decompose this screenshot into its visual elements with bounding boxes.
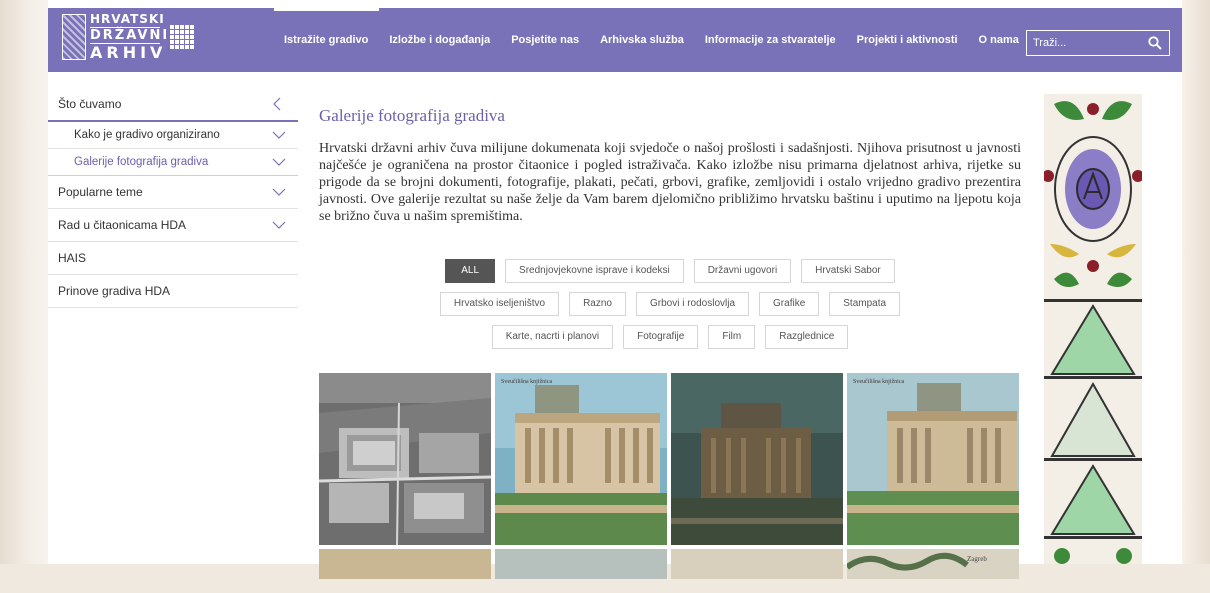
page: HRVATSKI DRŽAVNI ARHIV Istražite gradivo… [48, 0, 1182, 579]
sidebar-item-label: HAIS [58, 251, 87, 265]
main-nav: Istražite gradivo Izložbe i događanja Po… [274, 8, 1030, 72]
chevron-left-icon[interactable] [272, 88, 286, 120]
gallery-thumb-night-postcard[interactable] [671, 373, 843, 545]
gallery-thumb-row2-1[interactable] [319, 549, 491, 579]
sidebar: Što čuvamo Kako je gradivo organizirano … [48, 88, 298, 308]
filter-karte-nacrti[interactable]: Karte, nacrti i planovi [491, 325, 614, 349]
logo[interactable]: HRVATSKI DRŽAVNI ARHIV [62, 12, 202, 68]
caption-text: Zagreb [967, 555, 987, 563]
chevron-down-icon[interactable] [272, 122, 286, 148]
caption-text: Sveučilišna knjižnica [501, 379, 552, 385]
filter-fotografije[interactable]: Fotografije [623, 325, 699, 349]
filter-razno[interactable]: Razno [569, 292, 626, 316]
nav-item-posjetite[interactable]: Posjetite nas [501, 8, 590, 72]
gallery-thumb-library-postcard-2[interactable]: Sveučilišna knjižnica [847, 373, 1019, 545]
chevron-down-icon[interactable] [272, 209, 286, 241]
search-icon[interactable] [1148, 36, 1162, 50]
gallery-filters: ALL Srednjovjekovne isprave i kodeksi Dr… [319, 259, 1021, 358]
grid-pattern-icon [170, 25, 194, 49]
nav-item-o-nama[interactable]: O nama [969, 8, 1030, 72]
site-header: HRVATSKI DRŽAVNI ARHIV Istražite gradivo… [48, 8, 1182, 72]
filter-razglednice[interactable]: Razglednice [765, 325, 849, 349]
nav-item-arhivska[interactable]: Arhivska služba [590, 8, 695, 72]
sidebar-item-prinove[interactable]: Prinove gradiva HDA [48, 275, 298, 308]
filter-film[interactable]: Film [708, 325, 756, 349]
filter-all[interactable]: ALL [445, 259, 496, 283]
sidebar-item-label: Prinove gradiva HDA [58, 284, 171, 298]
sidebar-item-label: Rad u čitaonicama HDA [58, 218, 187, 232]
filter-stampata[interactable]: Stampata [829, 292, 901, 316]
chevron-down-icon[interactable] [272, 149, 286, 175]
filter-grafike[interactable]: Grafike [759, 292, 820, 316]
sidebar-item-label: Galerije fotografija gradiva [74, 156, 209, 168]
logo-line-2: DRŽAVNI [90, 27, 170, 44]
logo-line-3: ARHIV [90, 43, 167, 62]
filter-srednjovjekovne-isprave[interactable]: Srednjovjekovne isprave i kodeksi [505, 259, 684, 283]
background-left [0, 0, 48, 564]
sidebar-item-kako-je-gradivo[interactable]: Kako je gradivo organizirano [48, 122, 298, 149]
filter-drzavni-ugovori[interactable]: Državni ugovori [693, 259, 792, 283]
sidebar-item-sto-cuvamo[interactable]: Što čuvamo [48, 88, 298, 122]
gallery-thumb-row2-3[interactable] [671, 549, 843, 579]
gallery-grid: Sveučilišna knjižnica Sveučilišna knjižn… [319, 373, 1021, 593]
filter-row: Karte, nacrti i planovi Fotografije Film… [319, 325, 1021, 349]
filter-hrvatski-sabor[interactable]: Hrvatski Sabor [801, 259, 895, 283]
background-right [1182, 0, 1210, 564]
nav-item-izlozbe[interactable]: Izložbe i događanja [379, 8, 501, 72]
gallery-thumb-row2-4[interactable]: Zagreb [847, 549, 1019, 579]
sidebar-item-galerije[interactable]: Galerije fotografija gradiva [48, 149, 298, 176]
sidebar-item-popularne-teme[interactable]: Popularne teme [48, 176, 298, 209]
sidebar-item-label: Što čuvamo [58, 97, 122, 111]
logo-text: HRVATSKI DRŽAVNI ARHIV [90, 12, 170, 62]
filter-hrvatsko-iseljenistvo[interactable]: Hrvatsko iseljeništvo [439, 292, 560, 316]
nav-item-informacije[interactable]: Informacije za stvaratelje [695, 8, 847, 72]
filter-row: Hrvatsko iseljeništvo Razno Grbovi i rod… [319, 292, 1021, 316]
gallery-thumb-aerial-photo[interactable] [319, 373, 491, 545]
search-box [1026, 30, 1170, 56]
page-title: Galerije fotografija gradiva [319, 106, 505, 125]
gallery-thumb-library-postcard[interactable]: Sveučilišna knjižnica [495, 373, 667, 545]
sidebar-item-label: Popularne teme [58, 185, 143, 199]
main-content: Galerije fotografija gradiva Hrvatski dr… [319, 88, 1021, 579]
sidebar-item-rad-u-citaonicama[interactable]: Rad u čitaonicama HDA [48, 209, 298, 242]
crest-icon [62, 14, 86, 60]
nav-item-projekti[interactable]: Projekti i aktivnosti [847, 8, 969, 72]
sidebar-item-label: Kako je gradivo organizirano [74, 129, 220, 141]
stained-glass-decoration [1044, 94, 1142, 564]
logo-line-1: HRVATSKI [90, 12, 165, 26]
nav-item-istrazite[interactable]: Istražite gradivo [274, 8, 380, 72]
sidebar-item-hais[interactable]: HAIS [48, 242, 298, 275]
intro-text: Hrvatski državni arhiv čuva milijune dok… [319, 141, 1021, 224]
filter-row: ALL Srednjovjekovne isprave i kodeksi Dr… [319, 259, 1021, 283]
gallery-thumb-row2-2[interactable] [495, 549, 667, 579]
search-input[interactable] [1027, 31, 1149, 55]
chevron-down-icon[interactable] [272, 176, 286, 208]
filter-grbovi[interactable]: Grbovi i rodoslovlja [635, 292, 750, 316]
caption-text: Sveučilišna knjižnica [853, 379, 904, 385]
